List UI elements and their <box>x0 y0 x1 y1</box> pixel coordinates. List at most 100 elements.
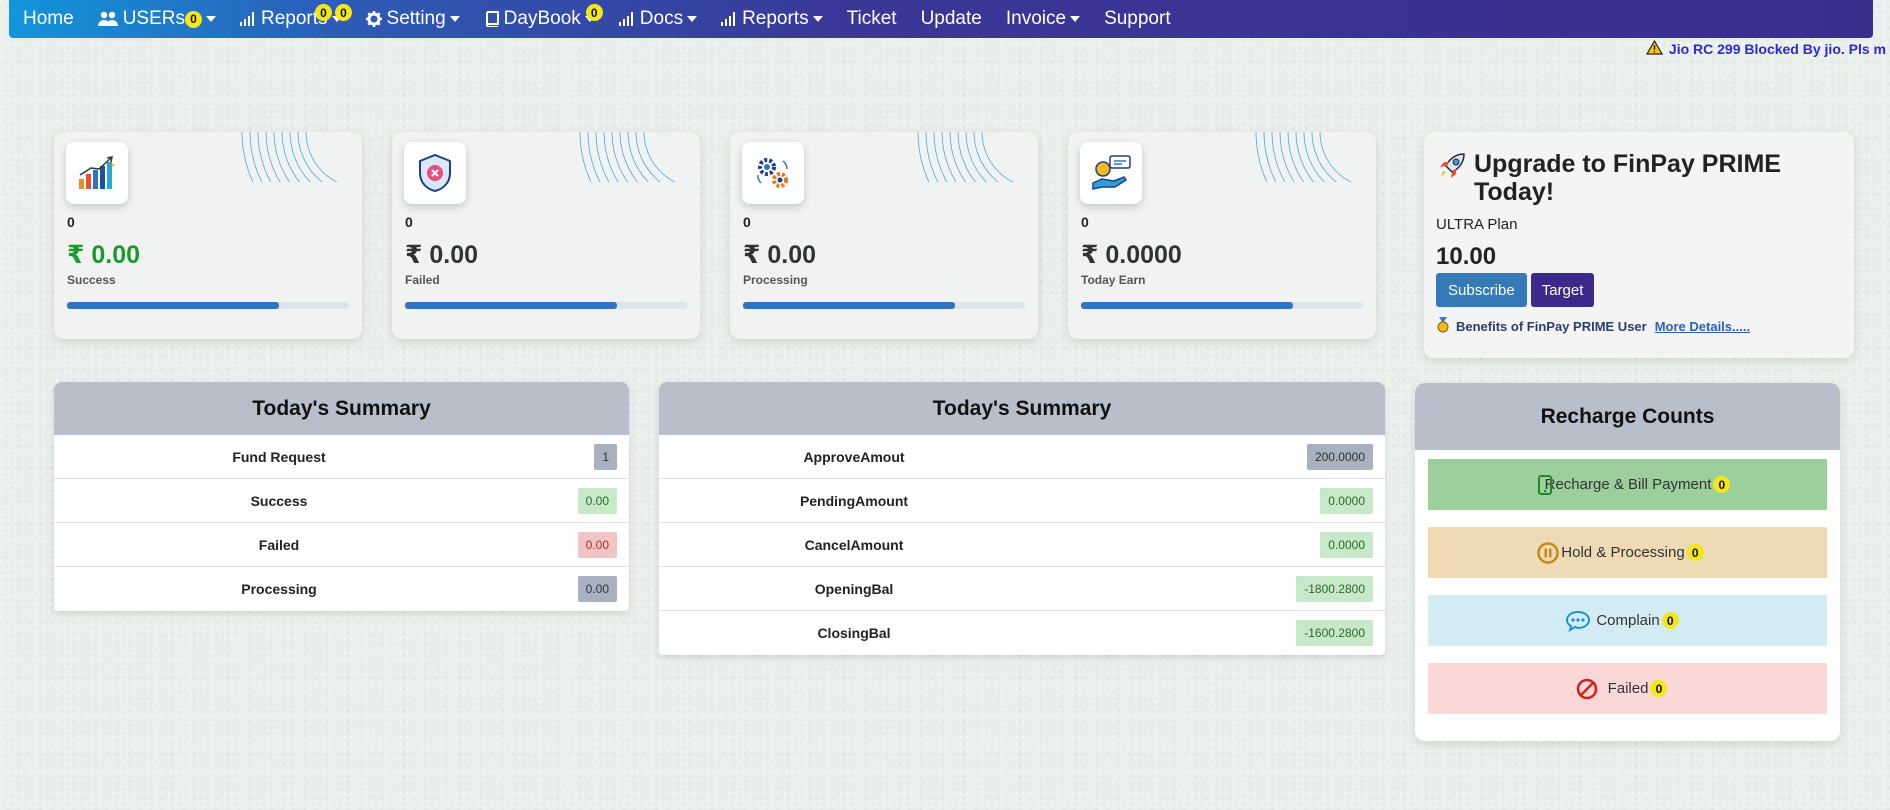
stat-progress-fill <box>405 302 617 309</box>
panel-title: Recharge Counts <box>1415 383 1840 450</box>
nav-users-label: USERs <box>122 8 185 29</box>
signal-bars-icon <box>239 12 256 26</box>
todays-summary-panel-1: Today's Summary Fund Request 1 Success 0… <box>54 382 629 611</box>
stat-card-failed: 0 ₹ 0.00 Failed <box>392 132 700 339</box>
nav-setting[interactable]: Setting <box>365 8 460 30</box>
row-label: Success <box>250 492 308 509</box>
users-icon <box>97 11 118 27</box>
row-value-badge: -1600.2800 <box>1296 620 1373 646</box>
todays-summary-panel-2: Today's Summary ApproveAmout 200.0000 Pe… <box>659 382 1385 655</box>
announcement-marquee: Jio RC 299 Blocked By jio. Pls m <box>1645 39 1886 58</box>
failed-item[interactable]: Failed 0 <box>1428 663 1827 714</box>
stat-count: 0 <box>743 214 751 230</box>
book-icon <box>484 11 499 27</box>
row-label: ApproveAmout <box>803 448 905 465</box>
row-value-badge: -1800.2800 <box>1296 575 1373 602</box>
table-row: ClosingBal -1600.2800 <box>659 611 1385 655</box>
nav-setting-label: Setting <box>386 8 446 29</box>
stat-progress-bar <box>67 302 349 309</box>
nav-reports-2-label: Reports <box>742 8 809 29</box>
table-row: Success 0.00 <box>54 479 629 523</box>
prime-price: 10.00 <box>1436 243 1497 270</box>
stat-count: 0 <box>405 214 413 230</box>
row-label: CancelAmount <box>804 536 904 553</box>
recharge-bill-payment-item[interactable]: Recharge & Bill Payment 0 <box>1428 459 1827 510</box>
panel-title: Today's Summary <box>54 382 629 435</box>
nav-docs-label: Docs <box>639 8 684 29</box>
stat-progress-bar <box>1081 302 1363 309</box>
users-badge: 0 <box>184 10 202 28</box>
recharge-item-count: 0 <box>1713 476 1731 493</box>
nav-ticket[interactable]: Ticket <box>847 8 897 30</box>
stat-card-today-earn: 0 ₹ 0.0000 Today Earn <box>1068 132 1376 339</box>
gears-icon <box>742 142 804 204</box>
stat-amount: ₹ 0.00 <box>405 241 478 269</box>
recharge-item-label: Failed <box>1607 680 1649 697</box>
nav-support-label: Support <box>1104 8 1171 29</box>
stat-card-success: 0 ₹ 0.00 Success <box>54 132 362 339</box>
stat-count: 0 <box>1081 214 1089 230</box>
nav-invoice[interactable]: Invoice <box>1005 8 1081 30</box>
row-label: ClosingBal <box>817 625 891 641</box>
recharge-item-count: 0 <box>1686 544 1704 561</box>
nav-reports-2[interactable]: Reports <box>721 8 823 30</box>
decorative-arcs <box>579 132 676 182</box>
signal-bars-icon <box>618 12 635 26</box>
stat-label: Success <box>67 273 116 287</box>
ban-icon <box>1576 678 1598 700</box>
decorative-arcs <box>917 132 1014 182</box>
stat-amount: ₹ 0.00 <box>67 241 140 269</box>
stat-card-processing: 0 ₹ 0.00 Processing <box>730 132 1038 339</box>
nav-home[interactable]: Home <box>23 8 74 30</box>
recharge-item-count: 0 <box>1650 680 1668 697</box>
marquee-text: Jio RC 299 Blocked By jio. Pls m <box>1668 41 1886 57</box>
nav-docs[interactable]: Docs <box>618 8 698 30</box>
row-label: Fund Request <box>232 448 326 465</box>
table-row: Processing 0.00 <box>54 567 629 611</box>
table-row: Failed 0.00 <box>54 523 629 567</box>
hold-processing-item[interactable]: Hold & Processing 0 <box>1428 527 1827 578</box>
subscribe-button[interactable]: Subscribe <box>1436 273 1527 307</box>
recharge-item-count: 0 <box>1661 612 1679 629</box>
row-label: Failed <box>258 536 300 553</box>
mobile-phone-icon <box>1538 474 1552 495</box>
nav-users[interactable]: USERs 0 <box>97 8 216 30</box>
prime-title: Upgrade to FinPay PRIME Today! <box>1436 150 1842 206</box>
table-row: CancelAmount 0.0000 <box>659 523 1385 567</box>
target-button[interactable]: Target <box>1530 273 1595 307</box>
prime-upgrade-card: Upgrade to FinPay PRIME Today! ULTRA Pla… <box>1424 132 1854 358</box>
complain-item[interactable]: Complain 0 <box>1428 595 1827 646</box>
stat-progress-fill <box>1081 302 1293 309</box>
chevron-down-icon <box>812 16 823 22</box>
table-row: OpeningBal -1800.2800 <box>659 567 1385 611</box>
prime-benefits: Benefits of FinPay PRIME User More Detai… <box>1436 317 1842 336</box>
chevron-down-icon <box>205 16 216 22</box>
gear-icon <box>365 11 382 27</box>
nav-daybook-label: DayBook <box>503 8 581 29</box>
stat-label: Processing <box>743 273 808 287</box>
growth-chart-icon <box>66 142 128 204</box>
decorative-arcs <box>241 132 338 182</box>
stat-progress-fill <box>67 302 279 309</box>
prime-title-text: Upgrade to FinPay PRIME Today! <box>1474 150 1781 206</box>
prime-benefits-text: Benefits of FinPay PRIME User <box>1456 319 1647 334</box>
hand-coin-icon <box>1080 142 1142 204</box>
nav-reports-1[interactable]: Reports 0 0 <box>239 4 352 30</box>
chat-bubble-icon <box>1565 610 1591 632</box>
top-navbar: Home USERs 0 Reports 0 0 Setting DayBook… <box>9 0 1873 38</box>
reports-badge-a: 0 <box>314 4 332 21</box>
nav-daybook[interactable]: DayBook 0 <box>484 4 603 30</box>
panel-title: Today's Summary <box>659 382 1385 435</box>
row-value-badge: 1 <box>594 443 617 470</box>
pause-circle-icon <box>1537 541 1559 564</box>
more-details-link[interactable]: More Details..... <box>1655 319 1750 334</box>
stat-count: 0 <box>67 214 75 230</box>
nav-support[interactable]: Support <box>1104 8 1171 30</box>
nav-update[interactable]: Update <box>921 8 982 30</box>
chevron-down-icon <box>687 16 698 22</box>
shield-fail-icon <box>404 142 466 204</box>
warning-icon <box>1645 39 1663 58</box>
recharge-item-label: Hold & Processing <box>1561 544 1685 561</box>
signal-bars-icon <box>721 12 737 26</box>
nav-invoice-label: Invoice <box>1005 8 1067 29</box>
